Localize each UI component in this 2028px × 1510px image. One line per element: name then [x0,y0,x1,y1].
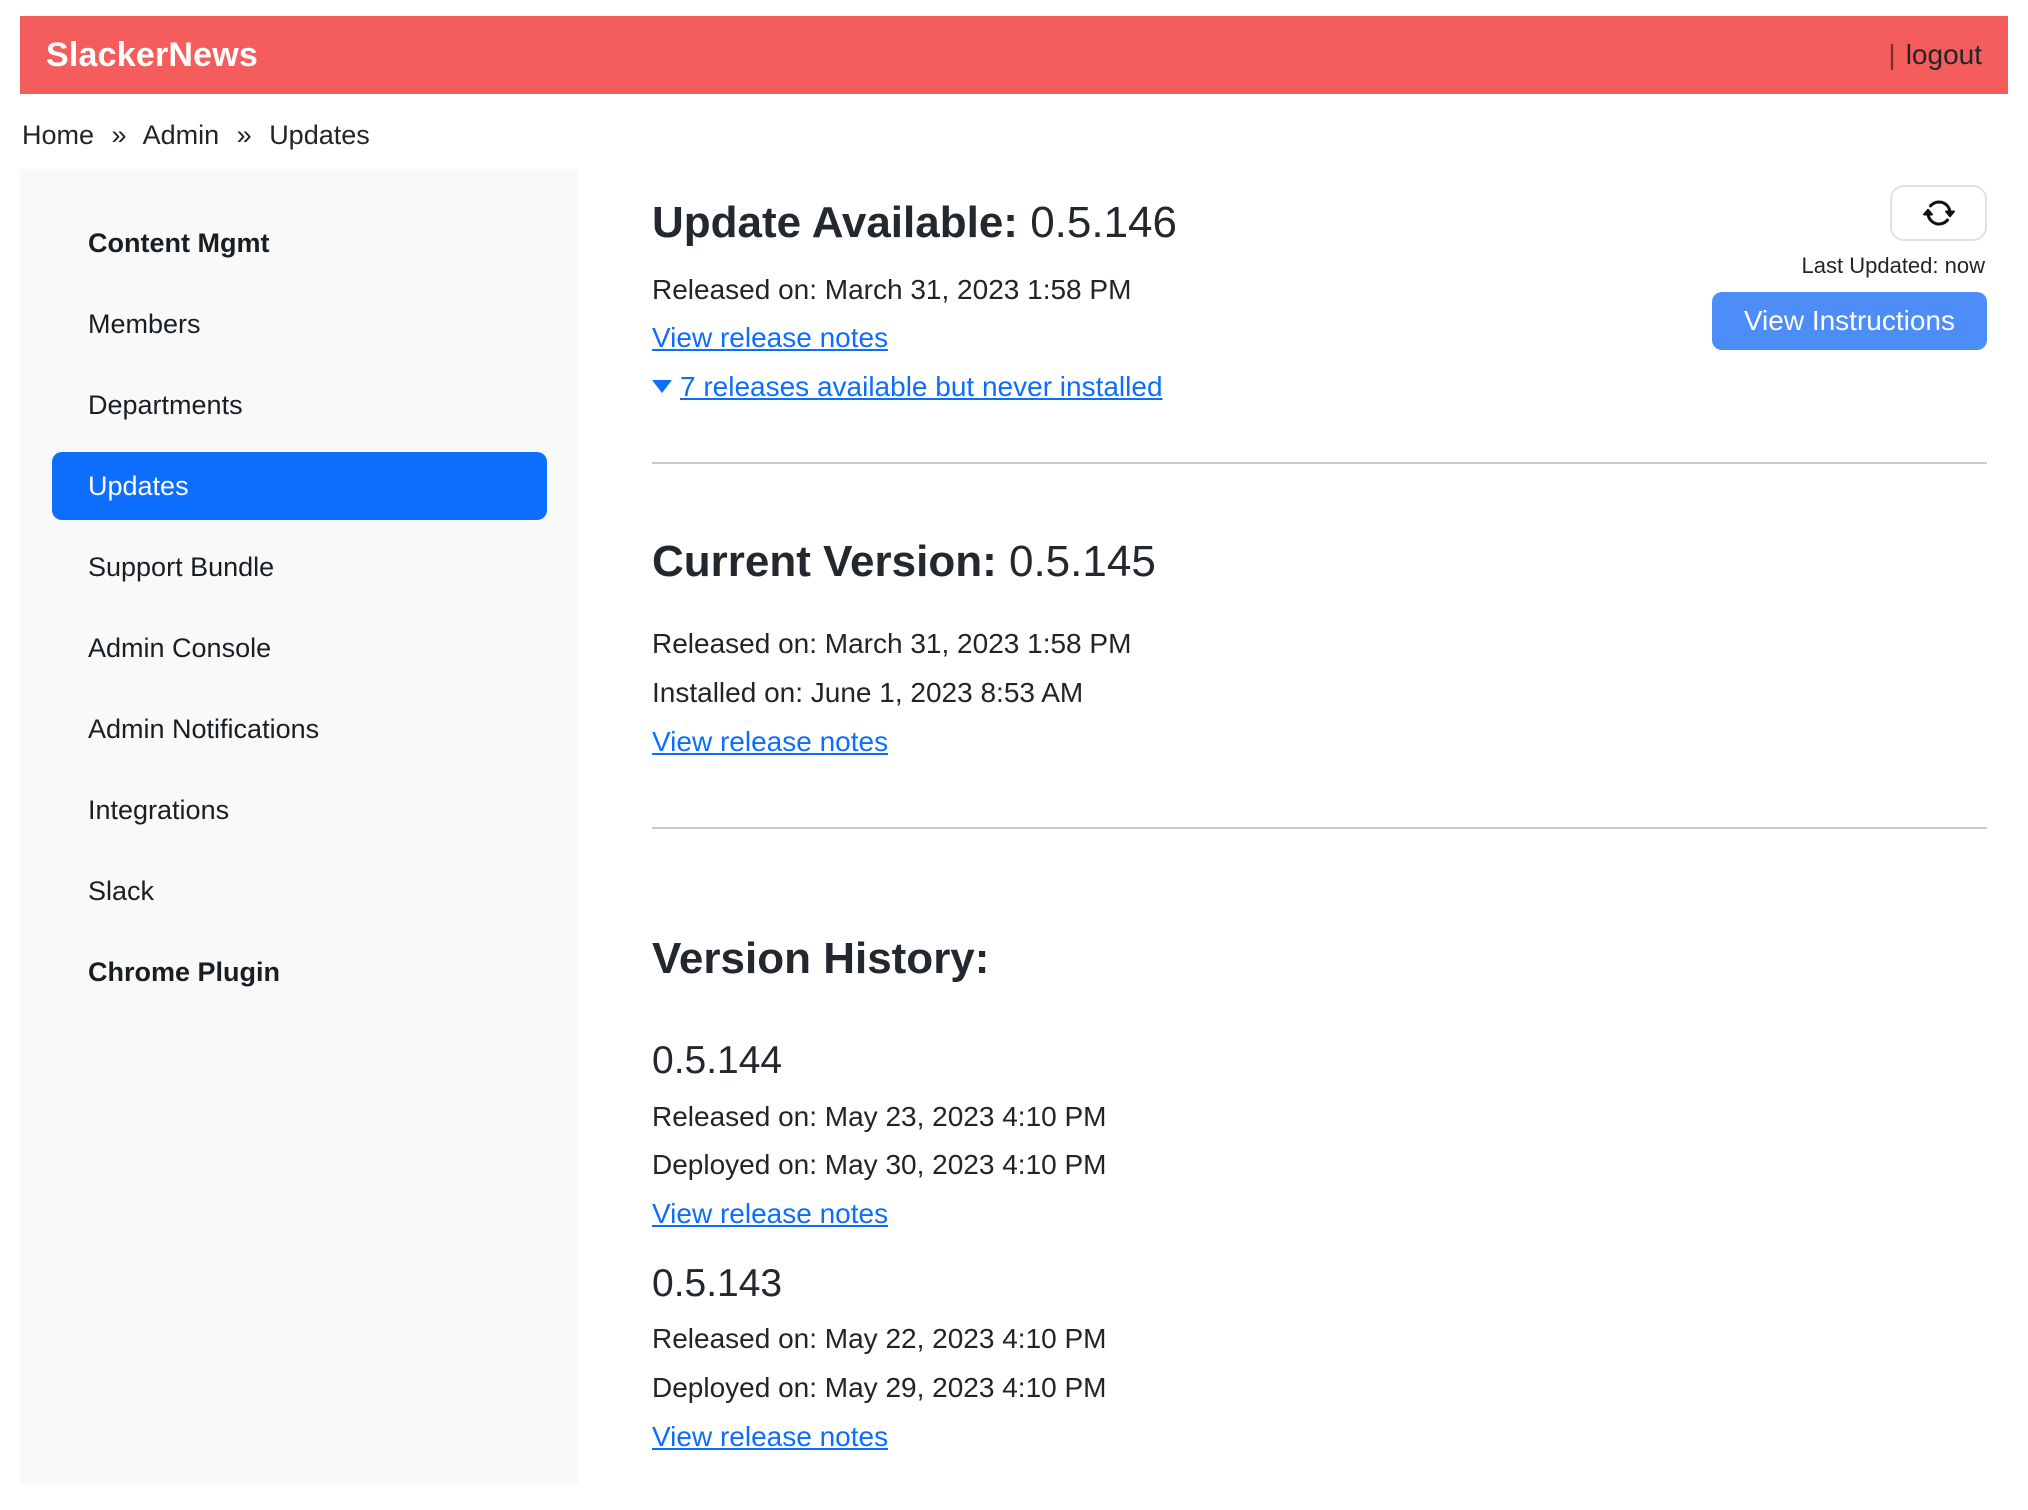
releases-toggle-link[interactable]: 7 releases available but never installed [652,371,1163,402]
refresh-icon [1923,197,1955,229]
brand-title: SlackerNews [46,36,258,75]
sidebar-item-integrations[interactable]: Integrations [52,776,547,844]
breadcrumb-separator: » [237,120,252,150]
sidebar-item-admin-console[interactable]: Admin Console [52,614,547,682]
history-released-on: Released on: May 23, 2023 4:10 PM [652,1097,1987,1138]
history-released-on: Released on: May 22, 2023 4:10 PM [652,1319,1987,1360]
logout-area: | logout [1888,39,1982,71]
view-release-notes-link[interactable]: View release notes [652,1198,888,1229]
refresh-button[interactable] [1890,185,1987,241]
history-deployed-on: Deployed on: May 29, 2023 4:10 PM [652,1368,1987,1409]
sidebar-item-slack[interactable]: Slack [52,857,547,925]
logout-divider: | [1888,39,1895,70]
sidebar-item-admin-notifications[interactable]: Admin Notifications [52,695,547,763]
breadcrumb-admin[interactable]: Admin [143,120,220,150]
app-header: SlackerNews | logout [20,16,2008,94]
history-version-number: 0.5.144 [652,1038,1987,1085]
history-release-notes-line: View release notes [652,1417,1987,1458]
releases-toggle-line: 7 releases available but never installed [652,367,1177,408]
current-version-title: Current Version: 0.5.145 [652,536,1987,589]
update-available-version: 0.5.146 [1030,198,1177,247]
version-history-section: Version History: 0.5.144 Released on: Ma… [652,933,1987,1457]
main-content: Update Available: 0.5.146 Released on: M… [579,169,2008,1465]
breadcrumb-home[interactable]: Home [22,120,94,150]
update-release-notes-line: View release notes [652,318,1177,359]
logout-link[interactable]: logout [1906,39,1982,70]
breadcrumb-updates: Updates [269,120,370,150]
breadcrumb-separator: » [112,120,127,150]
sidebar-item-updates[interactable]: Updates [52,452,547,520]
view-instructions-button[interactable]: View Instructions [1712,292,1987,350]
update-available-label: Update Available: [652,198,1018,247]
sidebar: Content Mgmt Members Departments Updates… [20,169,579,1485]
sidebar-item-members[interactable]: Members [52,290,547,358]
history-release-notes-line: View release notes [652,1194,1987,1235]
update-available-row: Update Available: 0.5.146 Released on: M… [652,197,1987,416]
history-deployed-on: Deployed on: May 30, 2023 4:10 PM [652,1145,1987,1186]
view-release-notes-link[interactable]: View release notes [652,1421,888,1452]
sidebar-item-departments[interactable]: Departments [52,371,547,439]
view-release-notes-link[interactable]: View release notes [652,322,888,353]
version-history-entry: 0.5.144 Released on: May 23, 2023 4:10 P… [652,1038,1987,1235]
sidebar-item-support-bundle[interactable]: Support Bundle [52,533,547,601]
caret-down-icon [652,380,672,393]
update-controls: Last Updated: now View Instructions [1712,185,1987,350]
history-version-number: 0.5.143 [652,1261,1987,1308]
breadcrumb: Home » Admin » Updates [20,120,2008,151]
section-divider [652,462,1987,464]
current-version-section: Current Version: 0.5.145 Released on: Ma… [652,536,1987,763]
current-released-on: Released on: March 31, 2023 1:58 PM [652,624,1987,665]
version-history-entry: 0.5.143 Released on: May 22, 2023 4:10 P… [652,1261,1987,1458]
sidebar-item-content-mgmt[interactable]: Content Mgmt [52,209,547,277]
releases-toggle-label: 7 releases available but never installed [680,371,1163,402]
sidebar-item-chrome-plugin[interactable]: Chrome Plugin [52,938,547,1006]
current-version-label: Current Version: [652,537,997,586]
update-released-on: Released on: March 31, 2023 1:58 PM [652,270,1177,311]
update-available-title: Update Available: 0.5.146 [652,197,1177,250]
current-installed-on: Installed on: June 1, 2023 8:53 AM [652,673,1987,714]
current-release-notes-line: View release notes [652,722,1987,763]
version-history-title: Version History: [652,933,1987,986]
last-updated-text: Last Updated: now [1802,253,1985,279]
current-version-number: 0.5.145 [1009,537,1156,586]
view-release-notes-link[interactable]: View release notes [652,726,888,757]
page-layout: Content Mgmt Members Departments Updates… [20,169,2008,1485]
section-divider [652,827,1987,829]
update-available-section: Update Available: 0.5.146 Released on: M… [652,197,1177,416]
